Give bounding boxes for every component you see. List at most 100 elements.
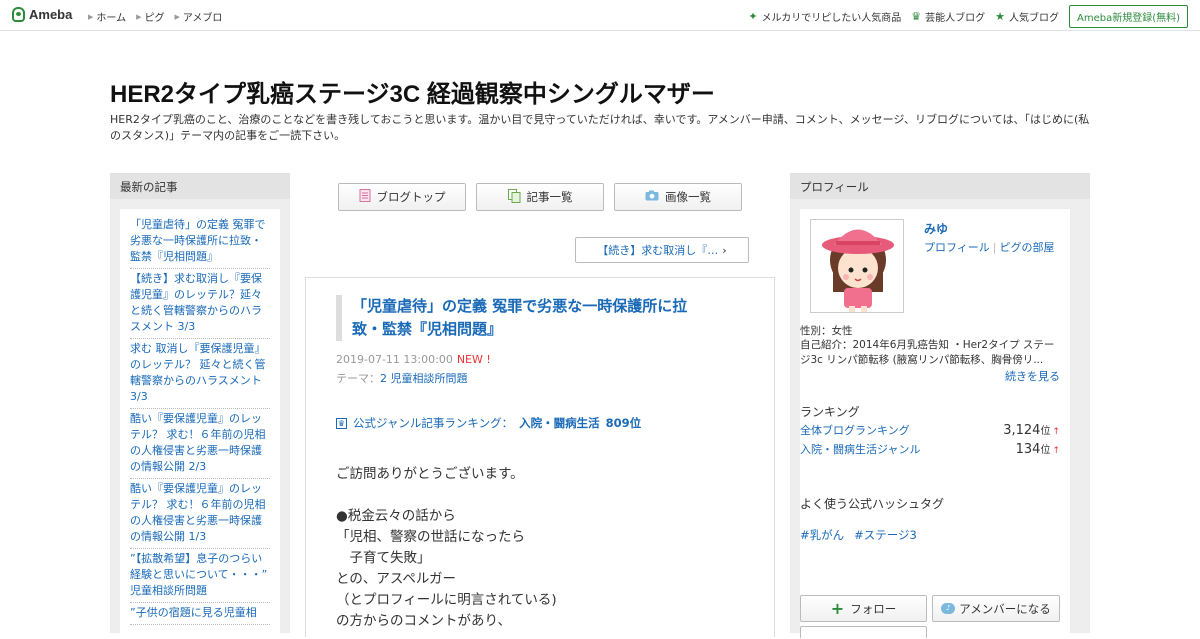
profile-links: プロフィール | ピグの部屋 bbox=[924, 239, 1055, 255]
theme-prefix: テーマ： bbox=[336, 372, 380, 385]
list-item[interactable]: 酷い『要保護児童』のレッテル？ 求む！６年前の児相の人権侵害と劣悪一時保護の情報… bbox=[130, 409, 270, 479]
nav-home[interactable]: ▶ ホーム bbox=[88, 9, 127, 25]
tab-article-list[interactable]: 記事一覧 bbox=[476, 183, 604, 211]
hashtag-link[interactable]: #乳がん bbox=[800, 527, 844, 543]
read-more-link[interactable]: 続きを見る bbox=[1005, 368, 1060, 384]
next-article-label: 【続き】求む取消し『… bbox=[597, 244, 719, 257]
hashtag-link[interactable]: #ステージ3 bbox=[854, 527, 917, 543]
theme-link[interactable]: 2 児童相談所問題 bbox=[380, 372, 468, 385]
recent-articles-panel: 最新の記事 「児童虐待」の定義 冤罪で劣悪な一時保護所に拉致・監禁『児相問題』 … bbox=[110, 173, 290, 639]
amember-button[interactable]: ♪ アメンバーになる bbox=[932, 595, 1060, 622]
blog-tabs: ブログトップ 記事一覧 画像一覧 bbox=[338, 183, 742, 211]
ranking-rank: 809位 bbox=[605, 416, 642, 430]
copy-icon bbox=[507, 188, 521, 206]
avatar[interactable] bbox=[810, 219, 904, 313]
crown-icon: ♛ bbox=[911, 10, 922, 23]
list-item[interactable]: ”子供の宿題に見る児童相 bbox=[130, 603, 270, 625]
tab-blog-top[interactable]: ブログトップ bbox=[338, 183, 466, 211]
list-item[interactable]: 「児童虐待」の定義 冤罪で劣悪な一時保護所に拉致・監禁『児相問題』 bbox=[130, 215, 270, 269]
triangle-icon: ▶ bbox=[88, 12, 94, 21]
hashtag-heading: よく使う公式ハッシュタグ bbox=[800, 497, 945, 511]
nav-label: ホーム bbox=[96, 13, 127, 24]
global-header: Ameba ▶ ホーム ▶ ピグ ▶ アメブロ ✦ メルカリでリピしたい人気商品 ♛ 芸能… bbox=[0, 0, 1200, 31]
rank-unit: 位 bbox=[1040, 426, 1051, 437]
list-item[interactable]: ”【拡散希望】息子のつらい経験と思いについて・・・” 児童相談所問題 bbox=[130, 549, 270, 603]
popular-blog-link[interactable]: ★ 人気ブログ bbox=[995, 9, 1059, 24]
hashtag-list: #乳がん #ステージ3 bbox=[800, 527, 917, 543]
list-item[interactable]: 【続き】求む取消し『要保護児童』のレッテル？延々と続く管轄警察からのハラスメント… bbox=[130, 269, 270, 339]
nav-label: アメブロ bbox=[182, 13, 223, 24]
panel-heading: 最新の記事 bbox=[110, 173, 290, 199]
link-label: メルカリでリピしたい人気商品 bbox=[761, 13, 902, 24]
star-icon: ★ bbox=[995, 10, 1005, 23]
article-date: 2019-07-11 13:00:00 NEW ! bbox=[336, 353, 491, 366]
ranking-label[interactable]: 全体ブログランキング bbox=[800, 422, 910, 438]
mercari-link[interactable]: ✦ メルカリでリピしたい人気商品 bbox=[748, 9, 901, 24]
arrow-up-icon: ↑ bbox=[1052, 427, 1060, 437]
link-label: 人気ブログ bbox=[1008, 13, 1059, 24]
article-theme: テーマ：2 児童相談所問題 bbox=[336, 370, 468, 386]
profile-gender: 性別：女性 bbox=[800, 325, 853, 337]
tab-label: 画像一覧 bbox=[665, 190, 711, 204]
rank-number: 3,124 bbox=[1003, 423, 1041, 438]
ranking-icon: ♛ bbox=[336, 417, 347, 429]
follow-label: フォロー bbox=[850, 601, 897, 616]
tab-label: 記事一覧 bbox=[526, 190, 573, 204]
ranking-prefix: 公式ジャンル記事ランキング： bbox=[353, 416, 514, 430]
rank-unit: 位 bbox=[1040, 445, 1051, 456]
profile-box: みゆ プロフィール | ピグの部屋 性別：女性 自己紹介：2014年6月乳癌告知 ・… bbox=[800, 209, 1070, 639]
nav-pig[interactable]: ▶ ピグ bbox=[136, 9, 165, 25]
article-body: ご訪問ありがとうございます。 ●税金云々の話から 「児相、警察の世話になったら … bbox=[336, 466, 557, 629]
profile-name[interactable]: みゆ bbox=[924, 220, 948, 237]
ranking-value: 134位 ↑ bbox=[1016, 441, 1060, 457]
tab-image-list[interactable]: 画像一覧 bbox=[614, 183, 742, 211]
nav-label: ピグ bbox=[144, 13, 165, 24]
arrow-up-icon: ↑ bbox=[1052, 446, 1060, 456]
tab-label: ブログトップ bbox=[376, 190, 446, 204]
top-nav: ▶ ホーム ▶ ピグ ▶ アメブロ bbox=[88, 9, 223, 25]
pig-room-link[interactable]: ピグの部屋 bbox=[1000, 241, 1055, 254]
ameba-logo[interactable]: Ameba bbox=[12, 7, 72, 22]
blog-title[interactable]: HER2タイプ乳癌ステージ3C 経過観察中シングルマザー bbox=[110, 74, 715, 109]
blog-description: HER2タイプ乳癌のこと、治療のことなどを書き残しておこうと思います。温かい目で… bbox=[110, 113, 1090, 142]
list-item[interactable]: 求む 取消し『要保護児童』のレッテル？ 延々と続く管轄警察からのハラスメント 3… bbox=[130, 339, 270, 409]
separator: | bbox=[992, 241, 997, 254]
camera-icon bbox=[645, 190, 659, 204]
triangle-icon: ▶ bbox=[174, 12, 180, 21]
next-article-link[interactable]: 【続き】求む取消し『… › bbox=[575, 237, 749, 263]
ameba-logo-icon bbox=[12, 7, 25, 22]
logo-text: Ameba bbox=[29, 7, 73, 22]
panel-heading: プロフィール bbox=[790, 173, 1090, 199]
chat-icon: ♪ bbox=[941, 603, 956, 614]
signup-button[interactable]: Ameba新規登録(無料) bbox=[1068, 5, 1188, 28]
triangle-icon: ▶ bbox=[136, 12, 142, 21]
ranking-value: 3,124位 ↑ bbox=[1003, 422, 1060, 438]
plus-icon: + bbox=[830, 599, 845, 618]
ranking-heading: ランキング bbox=[800, 405, 860, 419]
new-badge: NEW ! bbox=[456, 353, 491, 366]
date-text: 2019-07-11 13:00:00 bbox=[336, 353, 453, 366]
ranking-row: 入院・闘病生活ジャンル 134位 ↑ bbox=[800, 441, 1060, 457]
profile-link[interactable]: プロフィール bbox=[924, 241, 990, 254]
top-right-links: ✦ メルカリでリピしたい人気商品 ♛ 芸能人ブログ ★ 人気ブログ Ameba新規登録… bbox=[748, 5, 1188, 28]
amember-label: アメンバーになる bbox=[959, 601, 1051, 616]
follow-button[interactable]: + フォロー bbox=[800, 595, 927, 622]
celebrity-blog-link[interactable]: ♛ 芸能人ブログ bbox=[911, 9, 985, 24]
chevron-right-icon: › bbox=[722, 243, 727, 257]
article-title[interactable]: 「児童虐待」の定義 冤罪で劣悪な一時保護所に拉致・監禁『児相問題』 bbox=[336, 295, 716, 341]
list-item[interactable]: 酷い『要保護児童』のレッテル？ 求む！６年前の児相の人権侵害と劣悪一時保護の情報… bbox=[130, 479, 270, 549]
article: 「児童虐待」の定義 冤罪で劣悪な一時保護所に拉致・監禁『児相問題』 2019-0… bbox=[305, 277, 775, 637]
message-button[interactable] bbox=[800, 626, 927, 638]
article-ranking[interactable]: ♛ 公式ジャンル記事ランキング： 入院・闘病生活 809位 bbox=[336, 415, 641, 431]
recent-articles-list: 「児童虐待」の定義 冤罪で劣悪な一時保護所に拉致・監禁『児相問題』 【続き】求む… bbox=[120, 209, 280, 639]
sparkle-icon: ✦ bbox=[748, 10, 758, 23]
ranking-row: 全体ブログランキング 3,124位 ↑ bbox=[800, 422, 1060, 438]
ranking-label[interactable]: 入院・闘病生活ジャンル bbox=[800, 441, 920, 457]
link-label: 芸能人ブログ bbox=[925, 13, 986, 24]
profile-intro: 自己紹介：2014年6月乳癌告知 ・Her2タイプ ステージ3c リンパ節転移 … bbox=[800, 339, 1055, 366]
nav-ameblo[interactable]: ▶ アメブロ bbox=[174, 9, 223, 25]
ranking-genre: 入院・闘病生活 bbox=[519, 416, 600, 430]
profile-panel: プロフィール みゆ プロフィール | ピグの部屋 性別：女性 自己紹介：2014… bbox=[790, 173, 1090, 639]
document-icon bbox=[359, 189, 371, 205]
rank-number: 134 bbox=[1015, 442, 1041, 457]
